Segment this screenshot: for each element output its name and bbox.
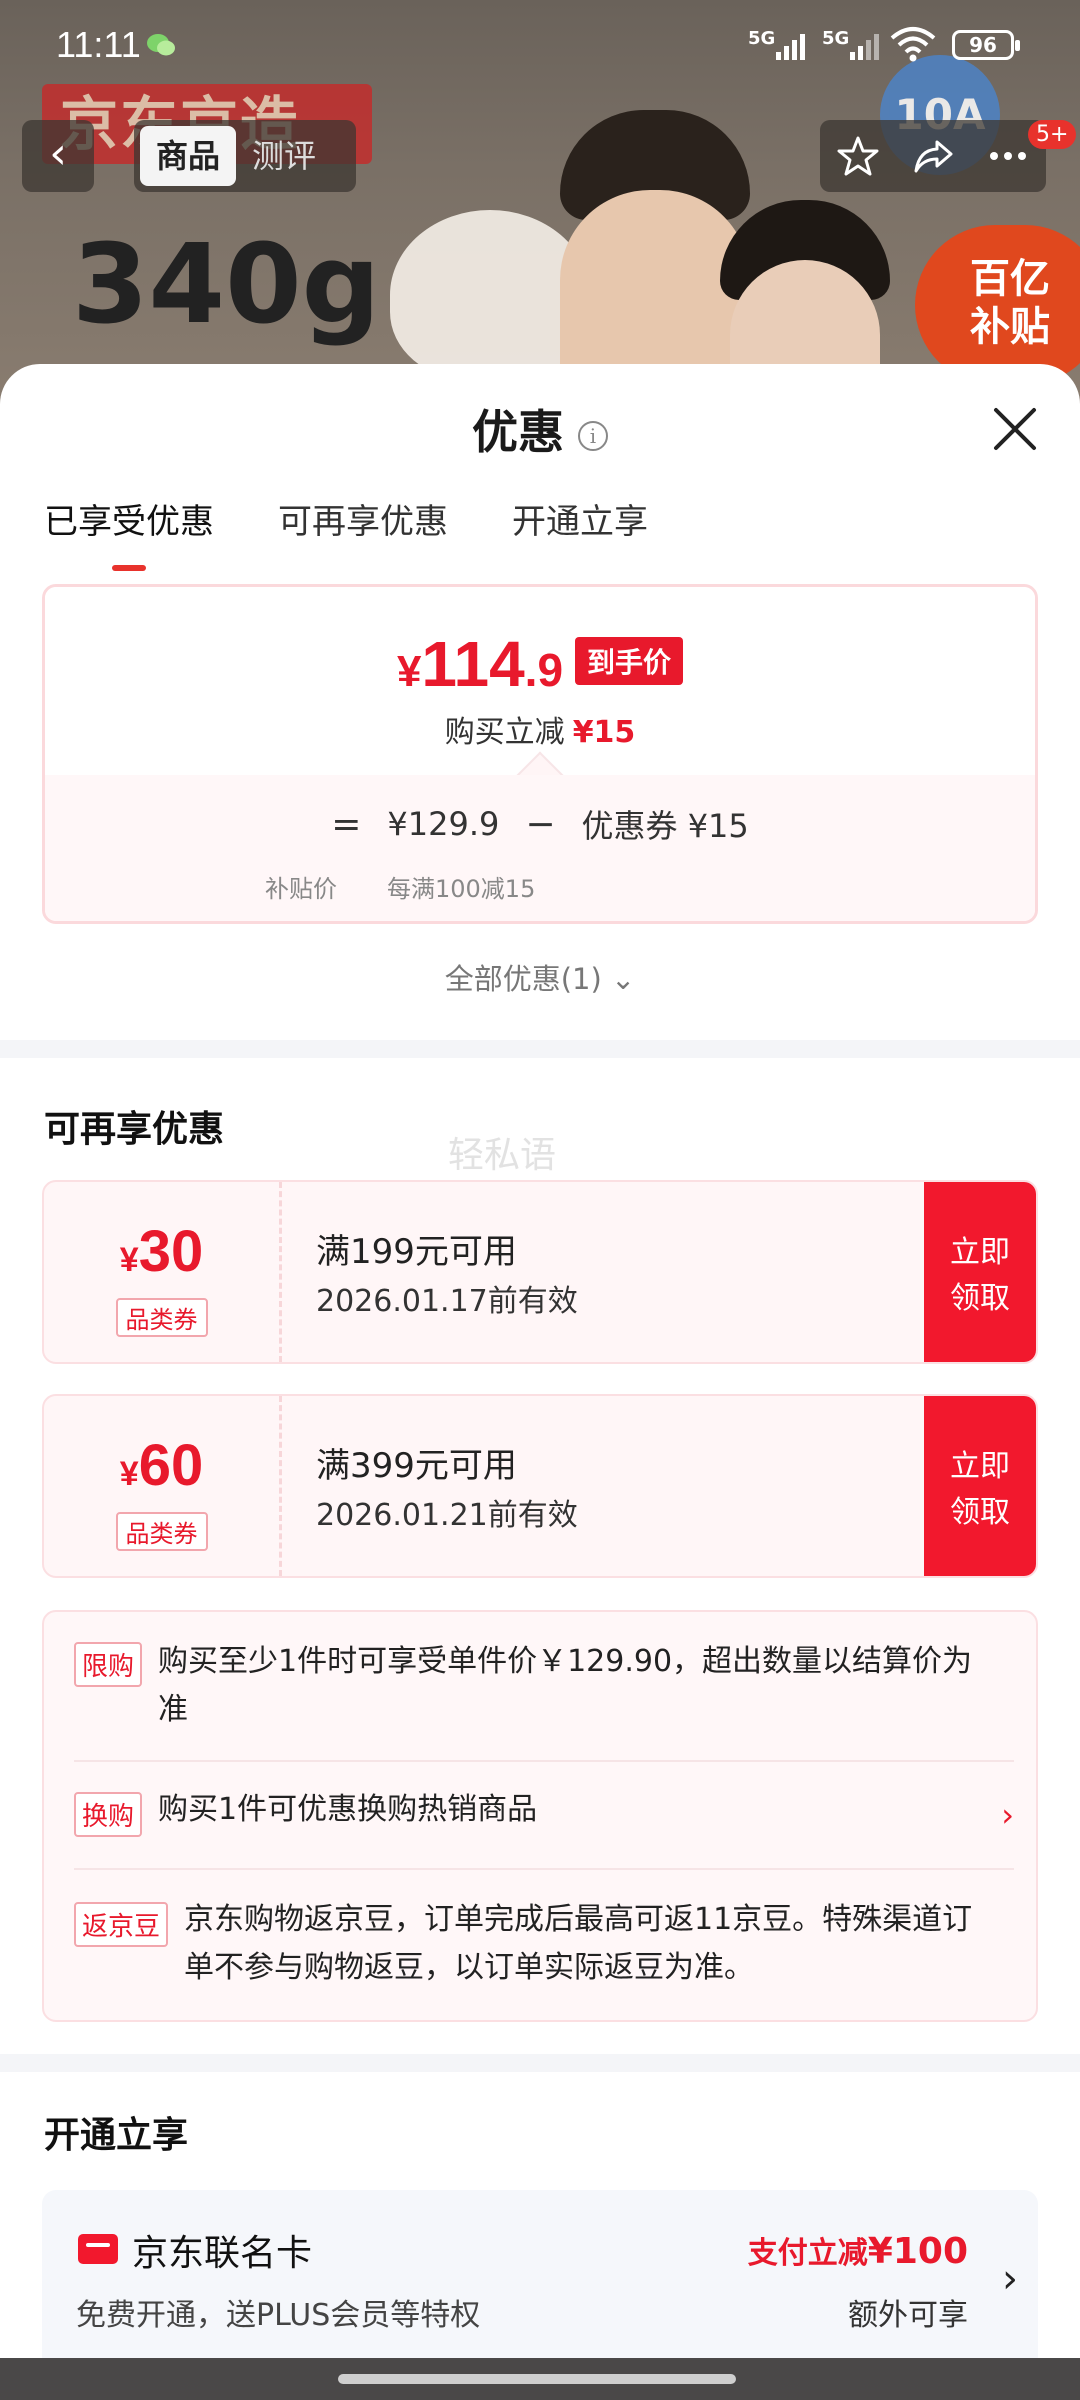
card-extra-note: 额外可享 bbox=[848, 2298, 968, 2333]
sheet-title-row: 优惠 i bbox=[0, 396, 1080, 462]
equals-sign: = bbox=[331, 803, 362, 845]
subsidy-badge: 百亿 补贴 bbox=[915, 225, 1080, 385]
sheet-title: 优惠 bbox=[472, 405, 564, 459]
watermark: 轻私语 bbox=[448, 1135, 557, 1176]
subsidy-text-1: 百亿 bbox=[970, 256, 1050, 302]
tab-enjoyed[interactable]: 已享受优惠 bbox=[44, 494, 214, 571]
coupon-deduction: 优惠券 ¥15 bbox=[581, 807, 749, 845]
signal-bars-1-icon bbox=[776, 30, 805, 60]
more-offers-title: 可再享优惠 bbox=[44, 1109, 225, 1150]
more-icon[interactable] bbox=[986, 134, 1030, 178]
info-icon[interactable]: i bbox=[578, 420, 608, 451]
offer-rules: 限购 购买至少1件时可享受单件价￥129.90，超出数量以结算价为 准 换购 购… bbox=[42, 1610, 1038, 2022]
coupon-condition: 满399元可用 bbox=[316, 1446, 517, 1486]
rule-text: 京东购物返京豆，订单完成后最高可返11京豆。特殊渠道订 单不参与购物返豆，以订单… bbox=[184, 1902, 973, 1985]
rule-jingdou: 返京豆 京东购物返京豆，订单完成后最高可返11京豆。特殊渠道订 单不参与购物返豆… bbox=[74, 1902, 1014, 2002]
coupon-card: ¥60 品类券 满399元可用 2026.01.21前有效 立即 领取 bbox=[42, 1394, 1038, 1578]
claim-coupon-button[interactable]: 立即 领取 bbox=[924, 1396, 1036, 1576]
tab-review[interactable]: 测评 bbox=[236, 126, 332, 186]
rule-text: 购买1件可优惠换购热销商品 bbox=[158, 1792, 538, 1827]
card-description: 免费开通，送PLUS会员等特权 bbox=[76, 2298, 481, 2333]
signal-bars-2-icon bbox=[850, 30, 879, 60]
coupon-type-tag: 品类券 bbox=[115, 1512, 208, 1551]
rule-tag: 限购 bbox=[74, 1642, 143, 1687]
coupon-card: ¥30 品类券 满199元可用 2026.01.17前有效 立即 领取 bbox=[42, 1180, 1038, 1364]
rule-divider bbox=[74, 1760, 1014, 1762]
rule-tag: 换购 bbox=[74, 1792, 143, 1837]
signal-label-1: 5G bbox=[748, 28, 776, 49]
coupon-value: ¥60 品类券 bbox=[44, 1396, 282, 1576]
divider bbox=[0, 2054, 1080, 2072]
coupon-amount: ¥30 bbox=[119, 1219, 204, 1284]
card-name: 京东联名卡 bbox=[132, 2233, 313, 2274]
price-summary-card: ¥114.9 到手价 购买立减 ¥15 = ¥129.9 − 优惠券 ¥15 补贴价… bbox=[42, 584, 1038, 924]
tab-more[interactable]: 可再享优惠 bbox=[278, 494, 448, 543]
wechat-icon bbox=[147, 34, 175, 56]
card-promo: 支付立减¥100 bbox=[747, 2231, 968, 2272]
product-tabs: 商品 测评 bbox=[134, 120, 356, 192]
claim-coupon-button[interactable]: 立即 领取 bbox=[924, 1182, 1036, 1362]
rule-tag: 返京豆 bbox=[74, 1902, 169, 1947]
coupon-condition: 满199元可用 bbox=[316, 1232, 517, 1272]
subsidy-text-2: 补贴 bbox=[970, 304, 1050, 350]
rule-text: 购买至少1件时可享受单件价￥129.90，超出数量以结算价为 准 bbox=[158, 1644, 973, 1727]
coupon-expiry: 2026.01.21前有效 bbox=[316, 1498, 578, 1533]
chevron-left-icon: ‹ bbox=[49, 128, 67, 179]
message-count-badge: 5+ bbox=[1028, 120, 1077, 149]
discount-sheet: 优惠 i 已享受优惠 可再享优惠 开通立享 ¥114.9 到手价 购买立减 ¥15 =… bbox=[0, 364, 1080, 2400]
status-time: 11:11 bbox=[56, 24, 141, 65]
chevron-right-icon: › bbox=[1002, 2256, 1018, 2302]
final-price-row: ¥114.9 到手价 bbox=[45, 627, 1035, 701]
rule-purchase-limit: 限购 购买至少1件时可享受单件价￥129.90，超出数量以结算价为 准 bbox=[74, 1642, 1014, 1742]
discount-tabs: 已享受优惠 可再享优惠 开通立享 bbox=[44, 494, 648, 571]
price-formula: = ¥129.9 − 优惠券 ¥15 补贴价 每满100减15 bbox=[45, 775, 1035, 921]
formula-row: = ¥129.9 − 优惠券 ¥15 bbox=[45, 801, 1035, 847]
status-bar: 11:11 5G 5G 96 bbox=[0, 0, 1080, 90]
coupon-type-tag: 品类券 bbox=[115, 1298, 208, 1337]
chevron-right-icon: › bbox=[1001, 1796, 1014, 1834]
nav-actions bbox=[820, 120, 1046, 192]
product-weight-text: 340g bbox=[72, 220, 381, 348]
summary-top: ¥114.9 到手价 购买立减 ¥15 bbox=[45, 587, 1035, 775]
final-price: ¥114.9 bbox=[396, 628, 564, 700]
minus-sign: − bbox=[525, 803, 556, 845]
credit-card-icon bbox=[78, 2234, 118, 2264]
star-icon[interactable] bbox=[836, 134, 880, 178]
tab-product[interactable]: 商品 bbox=[140, 126, 237, 186]
battery-indicator: 96 bbox=[952, 30, 1020, 60]
tab-open[interactable]: 开通立享 bbox=[512, 494, 648, 543]
coupon-amount: ¥60 bbox=[119, 1433, 204, 1498]
close-icon[interactable] bbox=[990, 404, 1040, 454]
share-icon[interactable] bbox=[911, 134, 955, 178]
home-indicator[interactable] bbox=[338, 2374, 736, 2384]
coupon-value: ¥30 品类券 bbox=[44, 1182, 282, 1362]
divider bbox=[0, 1040, 1080, 1058]
base-price: ¥129.9 bbox=[387, 805, 500, 843]
signal-label-2: 5G bbox=[822, 28, 850, 49]
rule-divider bbox=[74, 1868, 1014, 1870]
instant-reduction: 购买立减 ¥15 bbox=[444, 715, 636, 750]
back-button[interactable]: ‹ bbox=[22, 120, 94, 192]
chevron-down-icon: ⌄ bbox=[611, 962, 636, 996]
base-price-caption: 补贴价 bbox=[265, 875, 337, 903]
coupon-expiry: 2026.01.17前有效 bbox=[316, 1284, 578, 1319]
wifi-icon bbox=[890, 27, 936, 62]
all-offers-toggle[interactable]: 全部优惠(1) ⌄ bbox=[0, 956, 1080, 998]
final-price-tag: 到手价 bbox=[575, 637, 684, 685]
coupon-caption: 每满100减15 bbox=[387, 875, 536, 903]
rule-trade-in[interactable]: 换购 购买1件可优惠换购热销商品 › bbox=[74, 1792, 1014, 1840]
open-benefits-title: 开通立享 bbox=[44, 2115, 189, 2156]
co-branded-card-offer[interactable]: 京东联名卡 免费开通，送PLUS会员等特权 支付立减¥100 额外可享 › bbox=[42, 2190, 1038, 2370]
